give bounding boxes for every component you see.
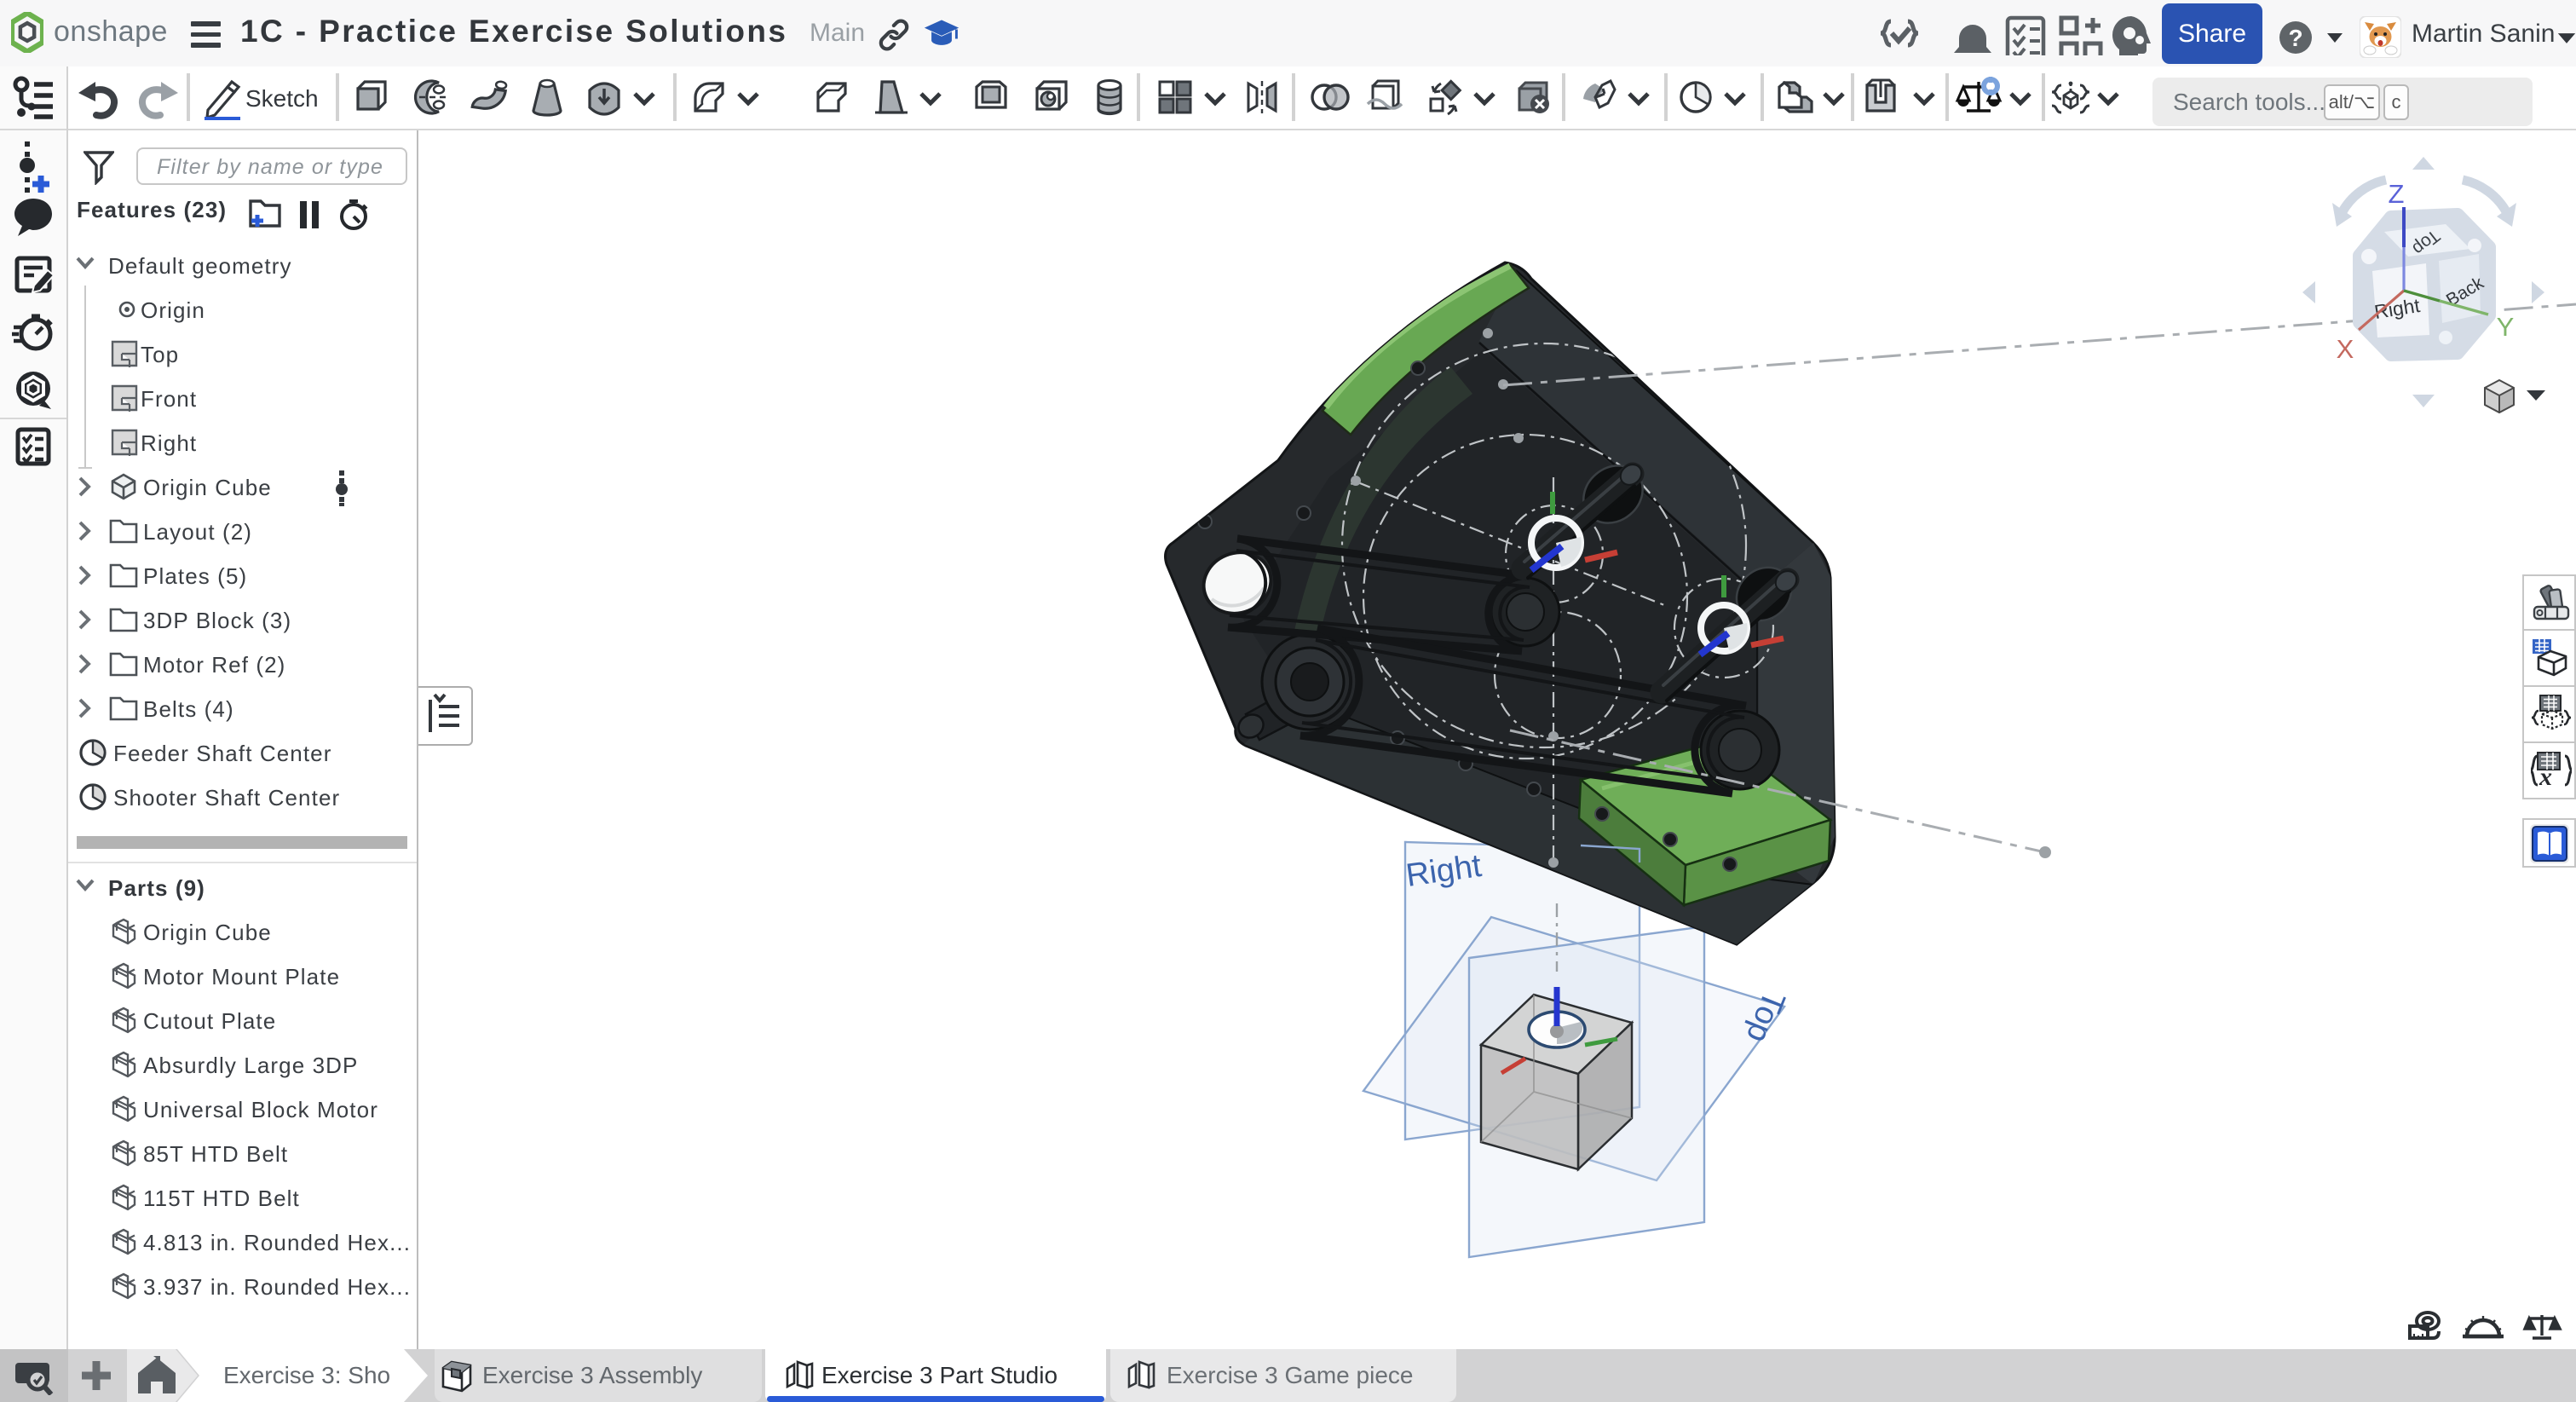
svg-text:Z: Z	[2389, 179, 2405, 209]
svg-text:x: x	[2539, 763, 2552, 790]
svg-text:X: X	[2337, 334, 2354, 364]
svg-text:?: ?	[2288, 25, 2302, 51]
svg-text:Sketch: Sketch	[245, 85, 319, 112]
svg-text:Y: Y	[2497, 312, 2515, 342]
